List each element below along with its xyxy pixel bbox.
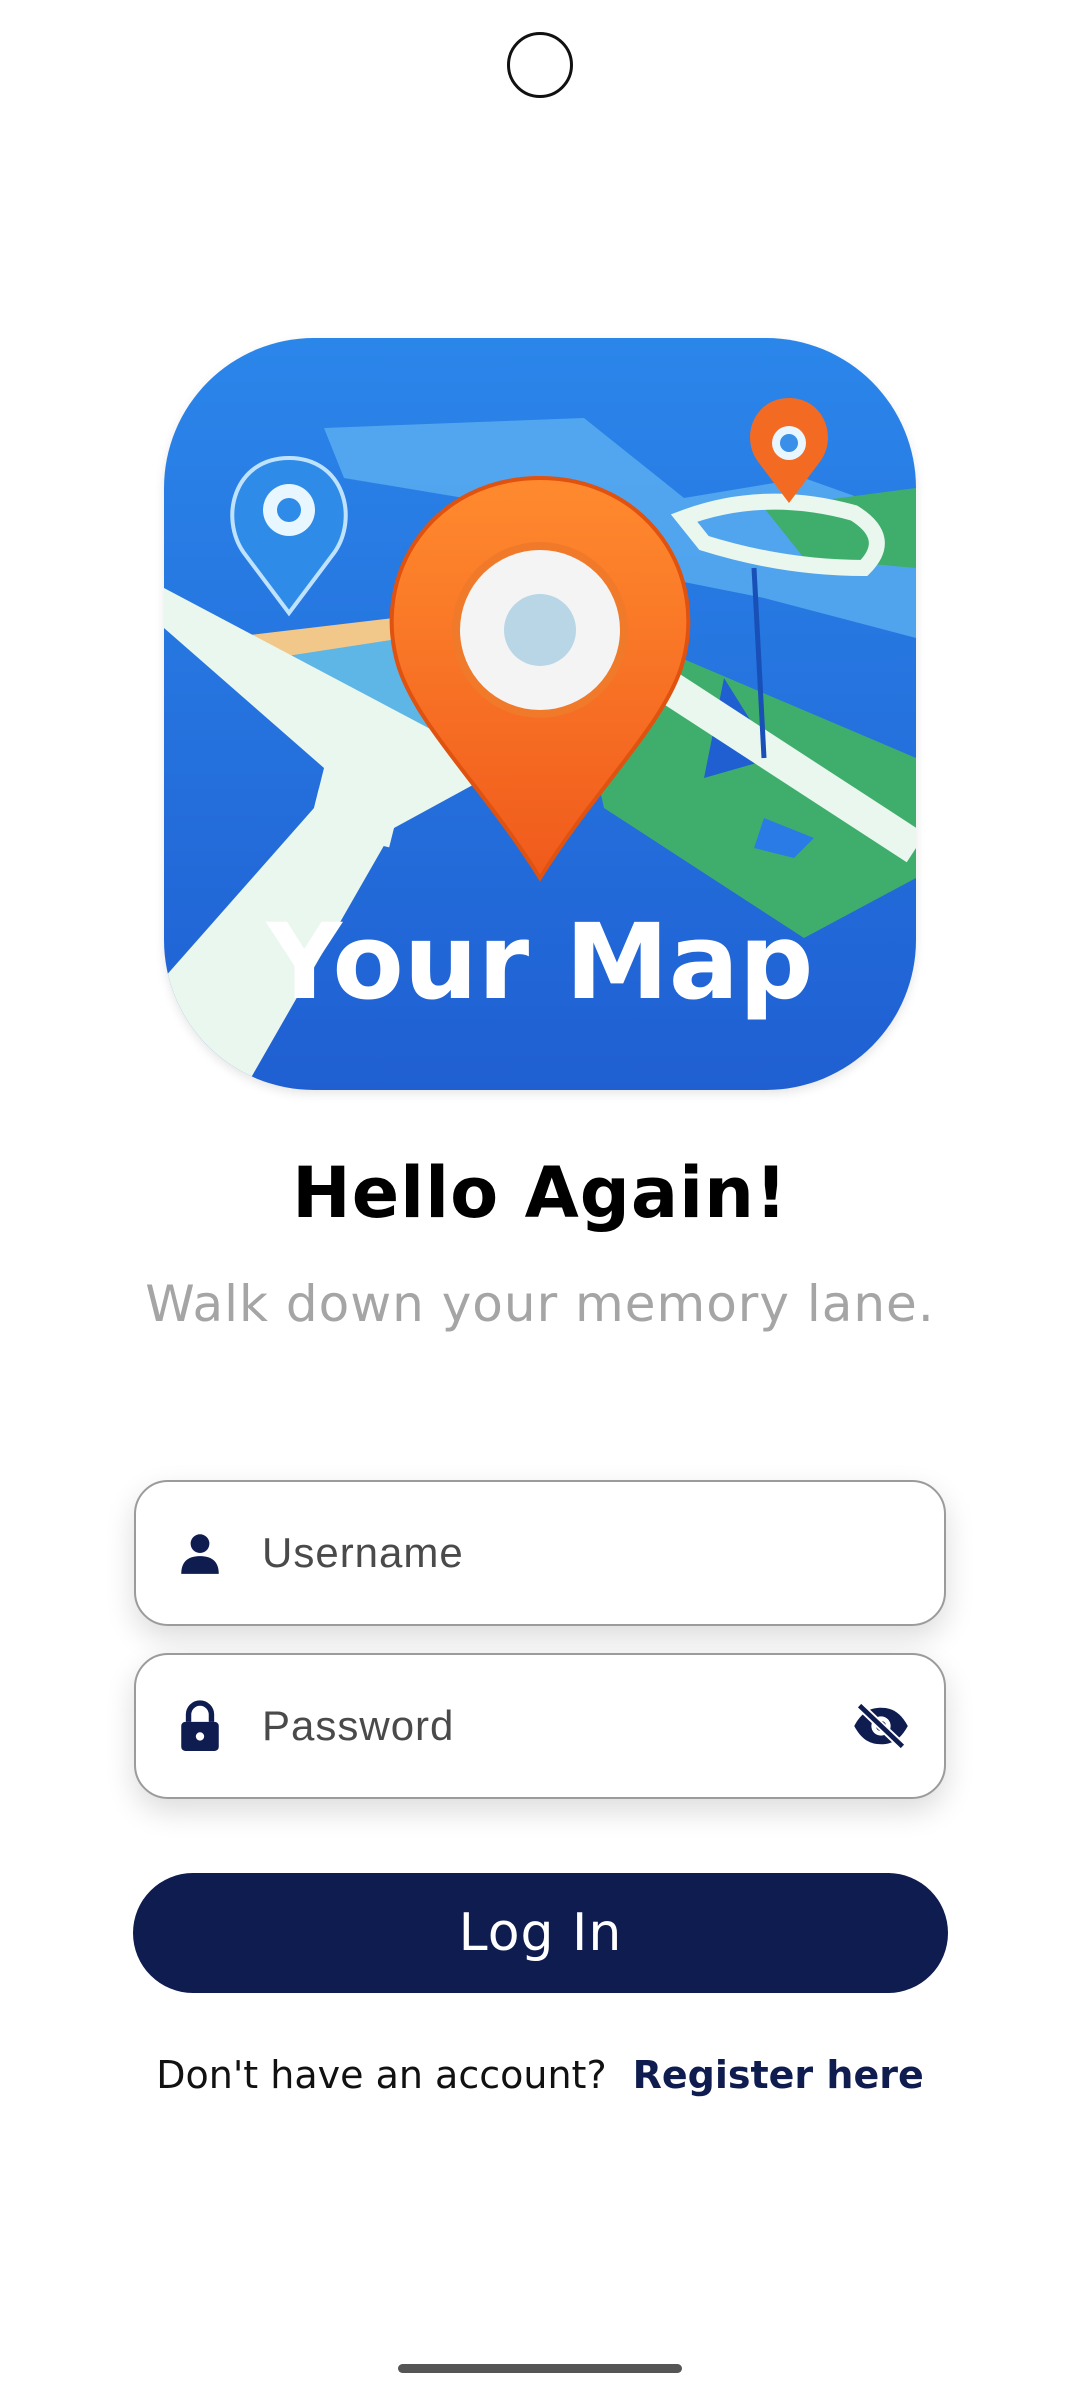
- eye-off-icon[interactable]: [848, 1693, 914, 1759]
- password-field[interactable]: [134, 1653, 946, 1799]
- your-map-logo: Your Map: [164, 338, 916, 1090]
- front-camera: [507, 32, 573, 98]
- username-field[interactable]: [134, 1480, 946, 1626]
- password-input[interactable]: [262, 1655, 824, 1797]
- home-indicator[interactable]: [398, 2364, 682, 2373]
- register-question: Don't have an account?: [156, 2053, 607, 2097]
- page-title: Hello Again!: [292, 1152, 788, 1234]
- login-button[interactable]: Log In: [133, 1873, 948, 1993]
- person-icon: [174, 1527, 226, 1579]
- page-subtitle: Walk down your memory lane.: [145, 1275, 935, 1333]
- register-prompt: Don't have an account? Register here: [0, 2053, 1080, 2097]
- register-link[interactable]: Register here: [633, 2053, 924, 2097]
- logo-text: Your Map: [265, 901, 814, 1023]
- login-screen: Your Map Hello Again! Walk down your mem…: [0, 0, 1080, 2400]
- username-input[interactable]: [262, 1482, 824, 1624]
- lock-icon: [174, 1700, 226, 1752]
